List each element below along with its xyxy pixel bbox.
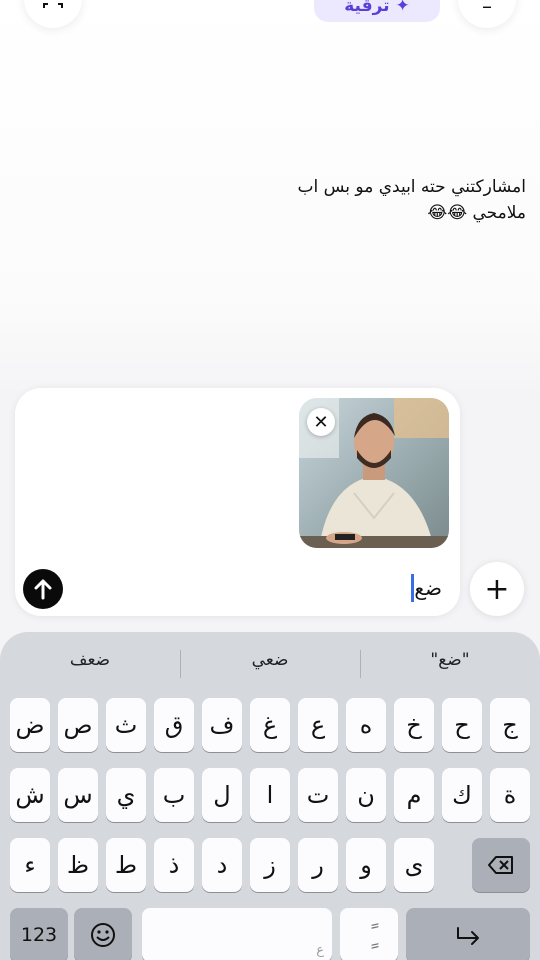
- plus-icon: +: [484, 571, 510, 607]
- key[interactable]: ا: [250, 768, 290, 822]
- key[interactable]: ق: [154, 698, 194, 752]
- key[interactable]: ف: [202, 698, 242, 752]
- key[interactable]: خ: [394, 698, 434, 752]
- key[interactable]: ت: [298, 768, 338, 822]
- key[interactable]: ح: [442, 698, 482, 752]
- arrow-up-icon: [34, 579, 52, 600]
- suggestion-item[interactable]: ضعي: [180, 650, 360, 670]
- attached-photo[interactable]: ✕: [299, 398, 449, 548]
- suggestion-item[interactable]: "ضع": [360, 650, 540, 670]
- suggestion-bar: "ضع" ضعي ضعف: [0, 632, 540, 694]
- key[interactable]: ظ: [58, 838, 98, 892]
- key[interactable]: ط: [106, 838, 146, 892]
- close-icon: ✕: [313, 411, 329, 433]
- emoji-key[interactable]: [74, 908, 132, 960]
- space-key-hint: ع: [316, 943, 324, 958]
- backspace-icon: [488, 856, 513, 874]
- key[interactable]: غ: [250, 698, 290, 752]
- key[interactable]: ج: [490, 698, 530, 752]
- key[interactable]: ص: [58, 698, 98, 752]
- emoji-icon: [91, 923, 115, 947]
- key[interactable]: ز: [250, 838, 290, 892]
- new-chat-icon[interactable]: [24, 0, 82, 28]
- key[interactable]: س: [58, 768, 98, 822]
- upgrade-label: ترقية: [344, 0, 390, 16]
- message-composer: ✕ ضع: [15, 388, 460, 616]
- key[interactable]: ي: [106, 768, 146, 822]
- upgrade-button[interactable]: ترقية ✦: [314, 0, 440, 22]
- key[interactable]: ب: [154, 768, 194, 822]
- key[interactable]: د: [202, 838, 242, 892]
- message-line-2: ملامحي 😂😂: [427, 203, 526, 223]
- space-key[interactable]: ع: [142, 908, 332, 960]
- suggestion-divider: [360, 650, 361, 678]
- key[interactable]: ك: [442, 768, 482, 822]
- sparkle-icon: ✦: [395, 0, 410, 16]
- menu-icon: –: [482, 0, 492, 18]
- text-caret: [411, 574, 415, 602]
- key[interactable]: م: [394, 768, 434, 822]
- suggestion-item[interactable]: ضعف: [0, 650, 180, 670]
- return-key[interactable]: [406, 908, 530, 960]
- key[interactable]: ل: [202, 768, 242, 822]
- input-value: ضع: [414, 576, 442, 600]
- diacritic-key[interactable]: ًٍ: [340, 908, 398, 960]
- menu-button[interactable]: –: [458, 0, 516, 28]
- backspace-key[interactable]: [472, 838, 530, 892]
- remove-attachment-button[interactable]: ✕: [307, 408, 335, 436]
- keyboard: "ضع" ضعي ضعف ض ص ث ق ف غ ع ه خ ح ج ش س ي…: [0, 632, 540, 960]
- key[interactable]: ع: [298, 698, 338, 752]
- key[interactable]: ر: [298, 838, 338, 892]
- return-icon: [457, 927, 479, 945]
- key[interactable]: ث: [106, 698, 146, 752]
- key[interactable]: ء: [10, 838, 50, 892]
- key[interactable]: ش: [10, 768, 50, 822]
- message-line-1: امشاركتني حته ابيدي مو بس اب: [297, 177, 526, 197]
- suggestion-divider: [180, 650, 181, 678]
- add-attachment-button[interactable]: +: [470, 562, 524, 616]
- message-input[interactable]: ضع: [409, 574, 442, 602]
- key[interactable]: ن: [346, 768, 386, 822]
- key[interactable]: ذ: [154, 838, 194, 892]
- key[interactable]: ه: [346, 698, 386, 752]
- user-message: امشاركتني حته ابيدي مو بس اب ملامحي 😂😂: [266, 174, 526, 226]
- send-button[interactable]: [23, 569, 63, 609]
- key[interactable]: ة: [490, 768, 530, 822]
- numbers-key[interactable]: 123: [10, 908, 68, 960]
- key[interactable]: ى: [394, 838, 434, 892]
- key[interactable]: و: [346, 838, 386, 892]
- key[interactable]: ض: [10, 698, 50, 752]
- expand-icon: [43, 3, 63, 8]
